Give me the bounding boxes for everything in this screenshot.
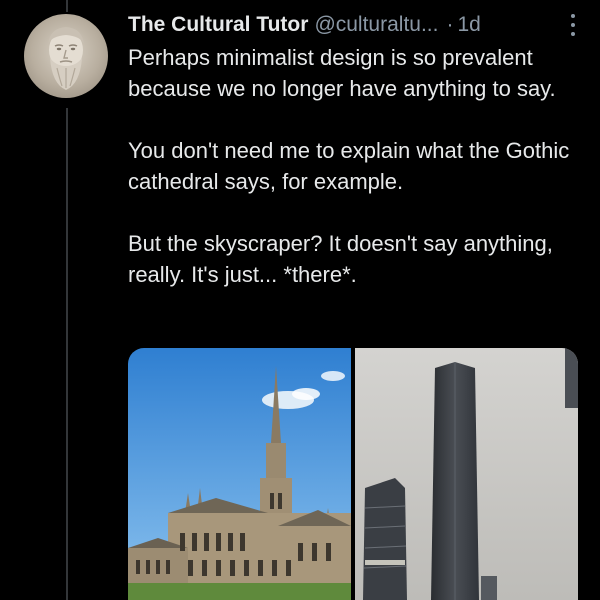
skyscraper-icon xyxy=(355,348,578,600)
gothic-cathedral-icon xyxy=(128,348,351,600)
author-display-name[interactable]: The Cultural Tutor xyxy=(128,13,308,37)
thread-line-top xyxy=(66,0,68,12)
tweet-text: Perhaps minimalist design is so prevalen… xyxy=(128,42,578,290)
tweet-timestamp[interactable]: 1d xyxy=(457,13,480,37)
cathedral-image[interactable] xyxy=(128,348,351,600)
tweet-paragraph: You don't need me to explain what the Go… xyxy=(128,138,570,194)
tweet-paragraph: But the skyscraper? It doesn't say anyth… xyxy=(128,231,553,287)
avatar[interactable] xyxy=(24,14,108,98)
thread-line xyxy=(66,108,68,600)
separator-dot: · xyxy=(446,13,454,36)
tweet-media xyxy=(128,348,578,600)
bust-portrait-icon xyxy=(48,27,84,90)
author-handle[interactable]: @culturaltu... xyxy=(314,13,438,37)
tweet-header: The Cultural Tutor @culturaltu... · 1d xyxy=(128,10,580,40)
more-options-icon[interactable] xyxy=(568,14,578,36)
tweet-paragraph: Perhaps minimalist design is so prevalen… xyxy=(128,45,556,101)
skyscraper-image[interactable] xyxy=(355,348,578,600)
